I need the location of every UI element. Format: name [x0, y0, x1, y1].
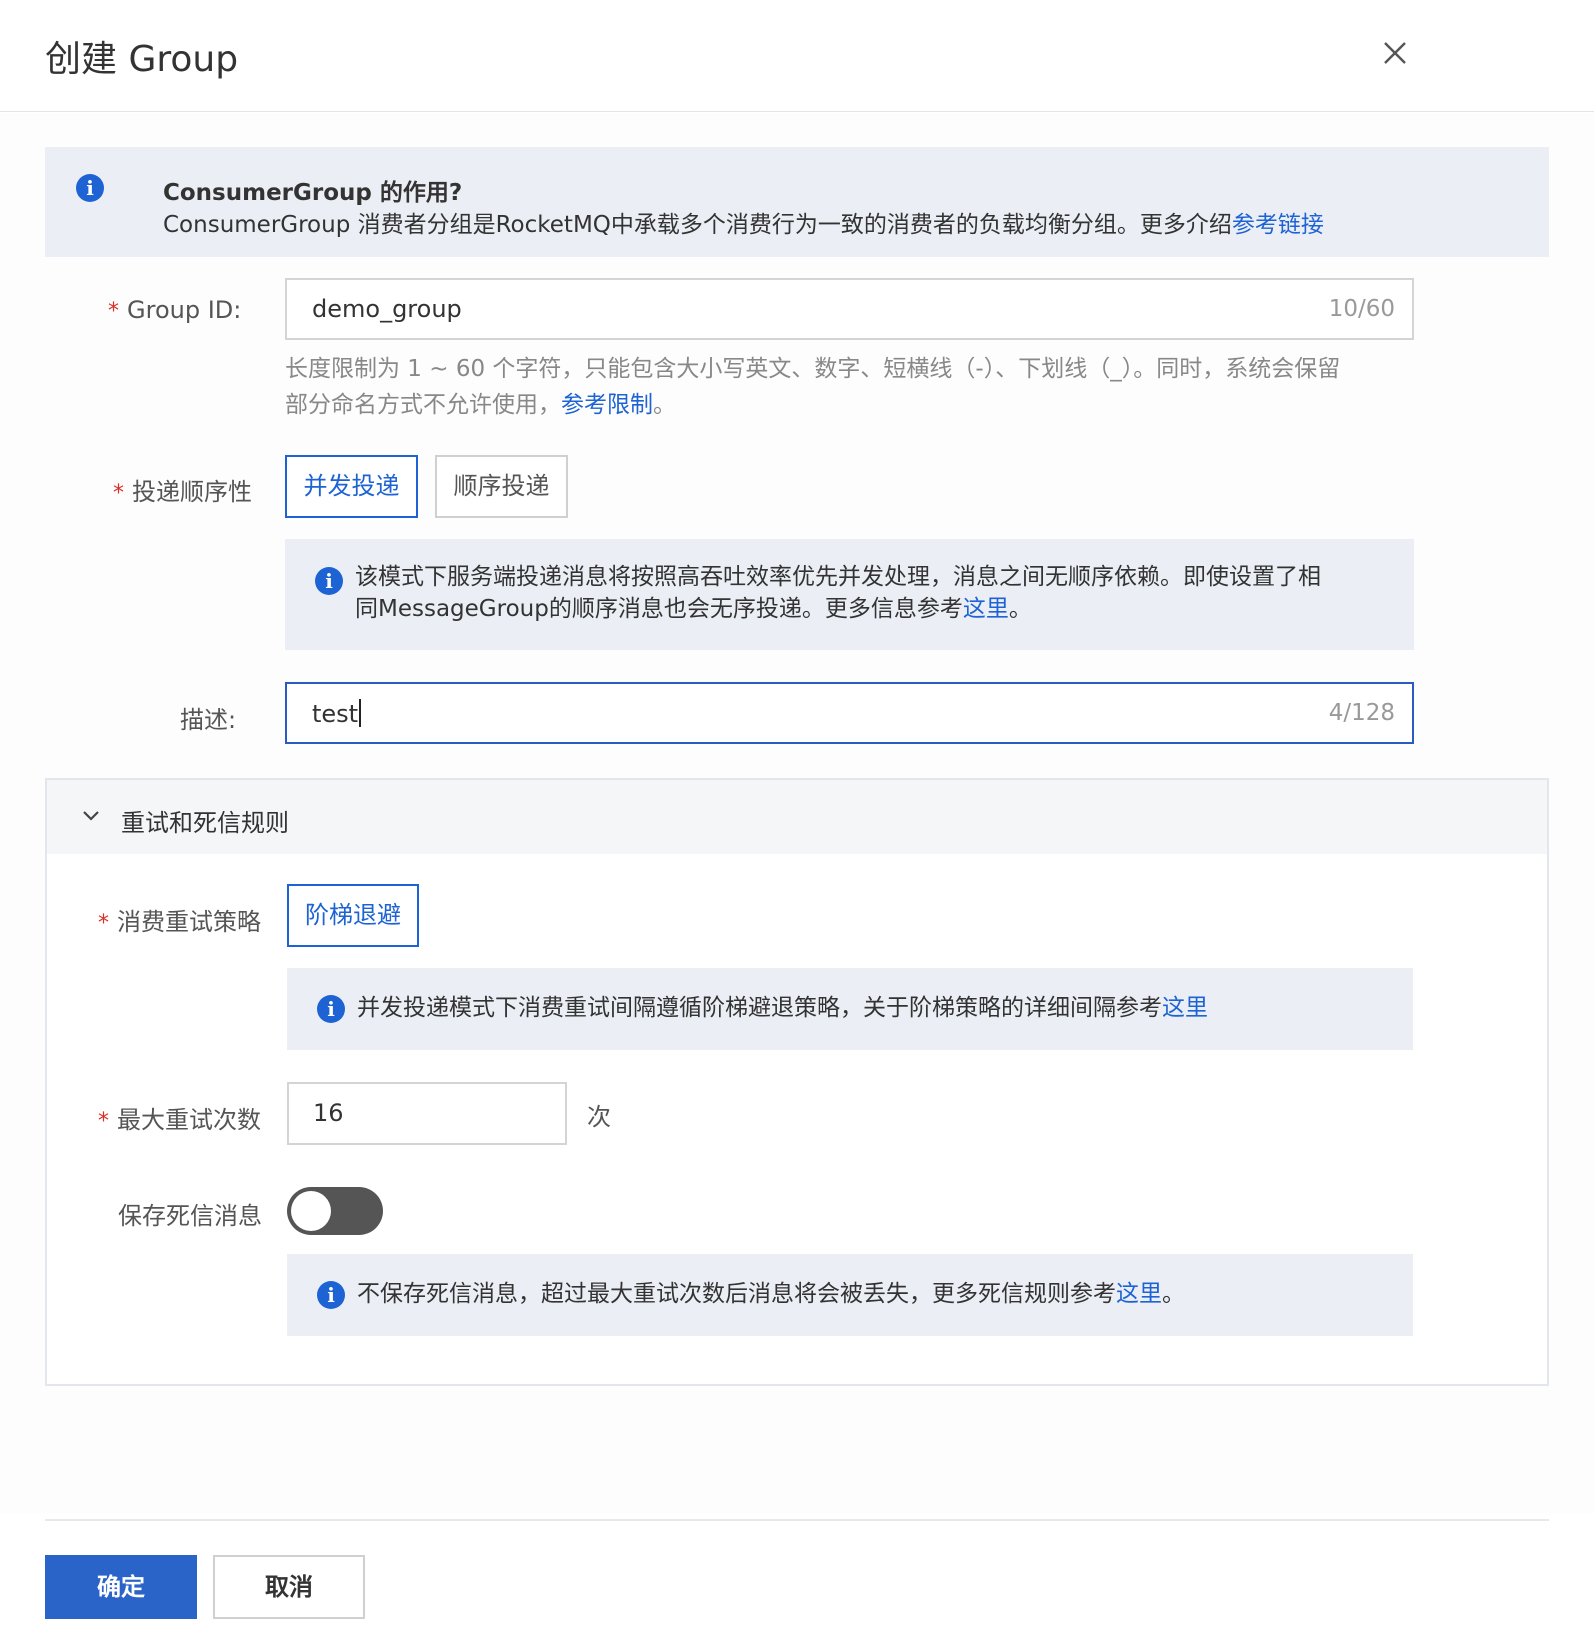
toggle-knob	[291, 1191, 331, 1231]
ordered-delivery-option[interactable]: 顺序投递	[435, 455, 568, 518]
concurrent-delivery-option[interactable]: 并发投递	[285, 455, 418, 518]
required-mark: *	[113, 481, 124, 506]
delivery-note-end: 。	[1008, 596, 1032, 622]
group-id-label: * Group ID:	[108, 296, 241, 324]
description-value-text: test	[312, 700, 359, 728]
retry-section-header[interactable]: 重试和死信规则	[47, 780, 1547, 854]
delivery-order-label: * 投递顺序性	[113, 472, 252, 507]
confirm-button[interactable]: 确定	[45, 1555, 197, 1619]
retry-note-text: 并发投递模式下消费重试间隔遵循阶梯避退策略，关于阶梯策略的详细间隔参考这里	[357, 992, 1208, 1024]
retry-strategy-label: * 消费重试策略	[98, 902, 261, 937]
required-mark: *	[98, 911, 109, 936]
dead-letter-note: i 不保存死信消息，超过最大重试次数后消息将会被丢失，更多死信规则参考这里。	[287, 1254, 1413, 1336]
max-retry-value: 16	[313, 1099, 344, 1127]
retry-interval-link[interactable]: 这里	[1162, 995, 1208, 1021]
group-id-help-line1: 长度限制为 1 ~ 60 个字符，只能包含大小写英文、数字、短横线（-）、下划线…	[285, 356, 1341, 382]
create-group-dialog: 创建 Group i ConsumerGroup 的作用? ConsumerGr…	[0, 0, 1594, 1646]
close-button[interactable]	[1380, 38, 1410, 68]
group-id-value: demo_group	[312, 295, 462, 323]
info-icon: i	[317, 995, 345, 1023]
banner-text: ConsumerGroup 消费者分组是RocketMQ中承载多个消费行为一致的…	[163, 205, 1324, 239]
naming-limit-link[interactable]: 参考限制	[561, 392, 653, 418]
max-retry-label-text: 最大重试次数	[117, 1106, 261, 1134]
reference-link[interactable]: 参考链接	[1232, 212, 1324, 238]
retry-strategy-label-text: 消费重试策略	[117, 908, 261, 936]
stepped-backoff-option[interactable]: 阶梯退避	[287, 884, 419, 947]
delivery-mode-note: i 该模式下服务端投递消息将按照高吞吐效率优先并发处理，消息之间无顺序依赖。即使…	[285, 539, 1414, 650]
dead-letter-rules-link[interactable]: 这里	[1116, 1281, 1162, 1307]
max-retry-unit: 次	[587, 1103, 611, 1131]
footer-divider	[45, 1519, 1549, 1521]
group-id-char-count: 10/60	[1328, 296, 1395, 322]
description-char-count: 4/128	[1328, 700, 1395, 726]
delivery-note-text: 该模式下服务端投递消息将按照高吞吐效率优先并发处理，消息之间无顺序依赖。即使设置…	[355, 561, 1321, 625]
required-mark: *	[108, 299, 119, 324]
group-id-help-text: 部分命名方式不允许使用，	[285, 392, 561, 418]
dialog-title: 创建 Group	[45, 39, 239, 80]
delivery-order-label-text: 投递顺序性	[132, 478, 252, 506]
info-icon: i	[76, 174, 104, 202]
text-caret	[359, 699, 362, 727]
delivery-note-line2: 同MessageGroup的顺序消息也会无序投递。更多信息参考这里。	[355, 593, 1321, 625]
retry-strategy-note: i 并发投递模式下消费重试间隔遵循阶梯避退策略，关于阶梯策略的详细间隔参考这里	[287, 968, 1413, 1050]
dead-letter-note-text: 不保存死信消息，超过最大重试次数后消息将会被丢失，更多死信规则参考这里。	[357, 1278, 1185, 1310]
description-label: 描述:	[180, 706, 237, 734]
delivery-note-line1: 该模式下服务端投递消息将按照高吞吐效率优先并发处理，消息之间无顺序依赖。即使设置…	[355, 564, 1321, 590]
required-mark: *	[98, 1109, 109, 1134]
description-value: test	[312, 699, 362, 728]
banner-text-body: ConsumerGroup 消费者分组是RocketMQ中承载多个消费行为一致的…	[163, 212, 1232, 238]
max-retry-input[interactable]: 16	[287, 1082, 567, 1145]
dead-letter-note-end: 。	[1162, 1281, 1185, 1307]
close-icon	[1384, 42, 1406, 64]
consumer-group-info-banner: i ConsumerGroup 的作用? ConsumerGroup 消费者分组…	[45, 147, 1549, 257]
group-id-input[interactable]: demo_group 10/60	[285, 278, 1414, 340]
cancel-button[interactable]: 取消	[213, 1555, 365, 1619]
max-retry-label: * 最大重试次数	[98, 1100, 261, 1135]
dead-letter-label: 保存死信消息	[118, 1202, 262, 1230]
group-id-help-line2: 部分命名方式不允许使用，参考限制。	[285, 387, 1425, 423]
retry-section-title: 重试和死信规则	[121, 809, 289, 837]
banner-title: ConsumerGroup 的作用?	[163, 180, 463, 206]
group-id-label-text: Group ID:	[127, 296, 242, 324]
delivery-more-info-link[interactable]: 这里	[963, 596, 1009, 622]
save-dead-letter-toggle[interactable]	[287, 1187, 383, 1235]
info-icon: i	[315, 567, 343, 595]
info-icon: i	[317, 1281, 345, 1309]
retry-note-body: 并发投递模式下消费重试间隔遵循阶梯避退策略，关于阶梯策略的详细间隔参考	[357, 995, 1162, 1021]
chevron-down-icon	[83, 811, 99, 821]
dead-letter-note-body: 不保存死信消息，超过最大重试次数后消息将会被丢失，更多死信规则参考	[357, 1281, 1116, 1307]
description-input[interactable]: test 4/128	[285, 682, 1414, 744]
delivery-note-line2-text: 同MessageGroup的顺序消息也会无序投递。更多信息参考	[355, 596, 963, 622]
group-id-help-end: 。	[653, 392, 676, 418]
dialog-header: 创建 Group	[0, 0, 1594, 112]
group-id-help: 长度限制为 1 ~ 60 个字符，只能包含大小写英文、数字、短横线（-）、下划线…	[285, 351, 1425, 423]
